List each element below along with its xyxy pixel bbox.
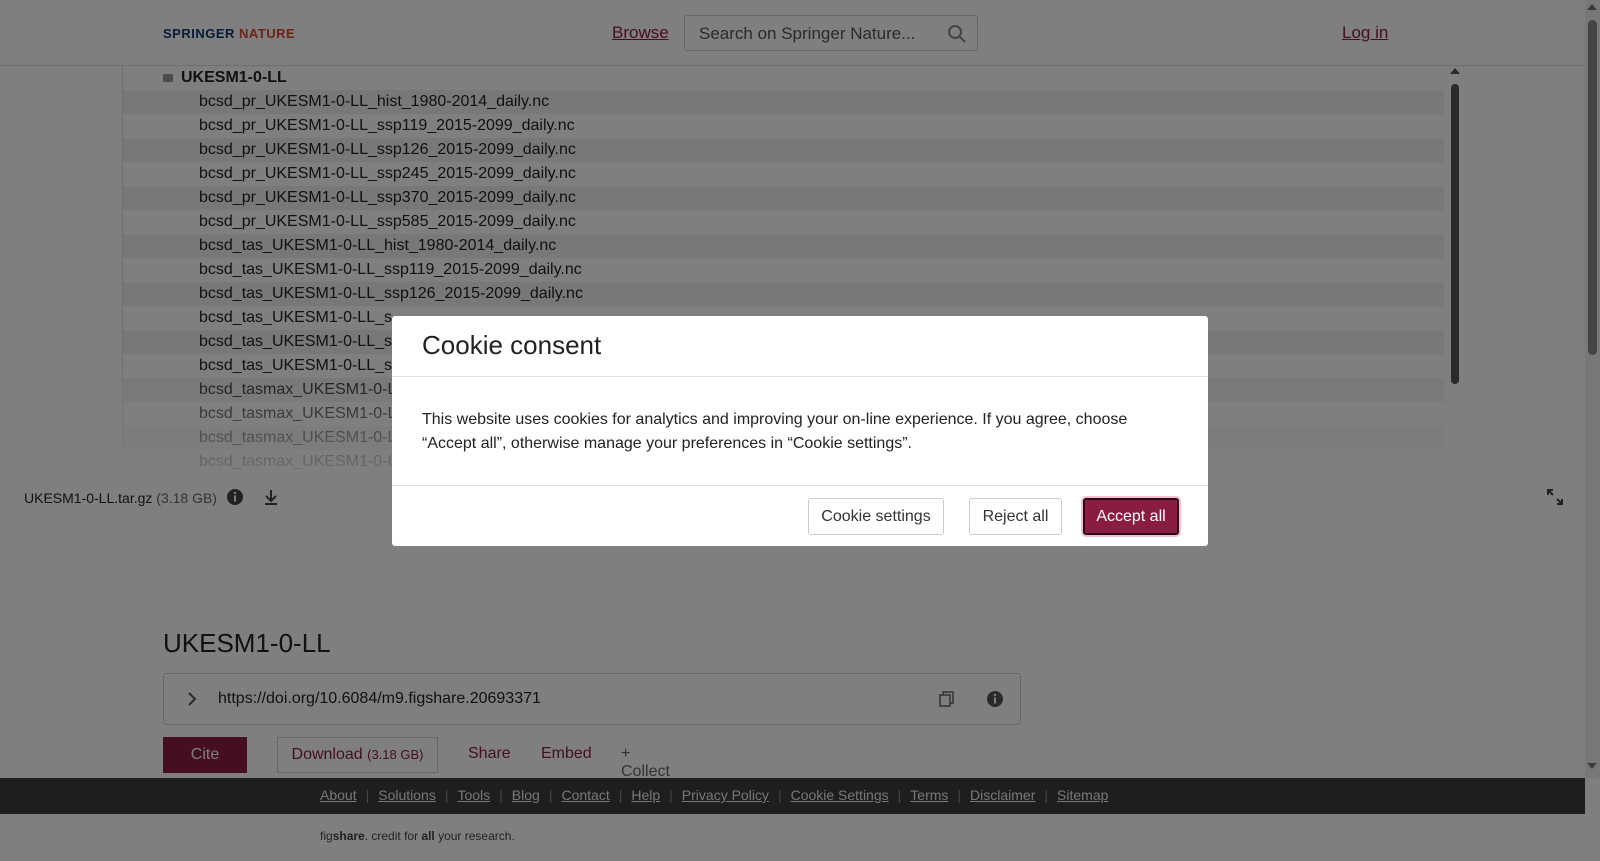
cookie-consent-dialog: Cookie consent This website uses cookies… — [392, 316, 1208, 546]
reject-all-button[interactable]: Reject all — [969, 498, 1062, 535]
modal-footer: Cookie settings Reject all Accept all — [392, 485, 1208, 546]
cookie-settings-button[interactable]: Cookie settings — [808, 498, 944, 535]
modal-header: Cookie consent — [392, 316, 1208, 377]
accept-all-button[interactable]: Accept all — [1083, 498, 1179, 535]
modal-title: Cookie consent — [422, 330, 602, 360]
modal-body-text: This website uses cookies for analytics … — [422, 411, 1128, 452]
